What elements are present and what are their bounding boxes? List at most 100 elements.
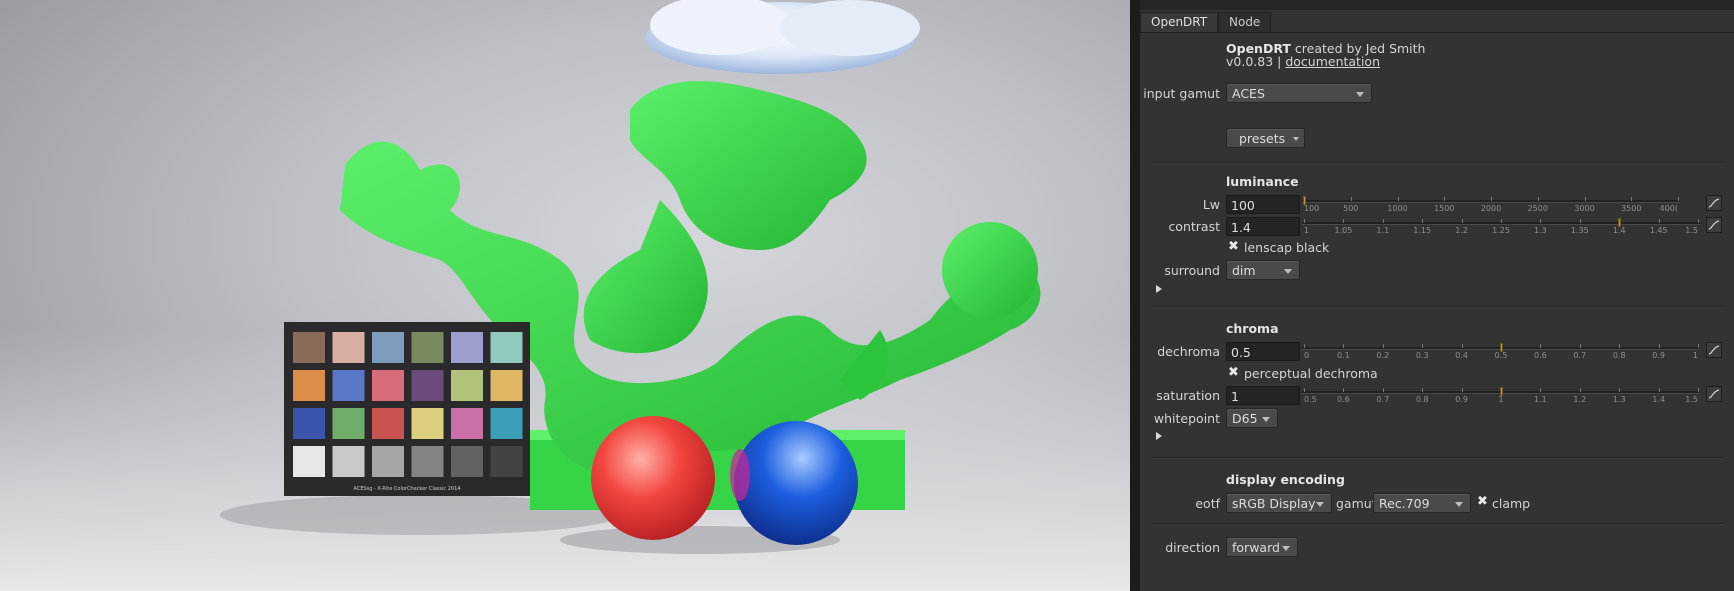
checker-swatch	[451, 332, 483, 363]
checker-swatch	[372, 332, 404, 363]
tab-opendrt[interactable]: OpenDRT	[1140, 12, 1219, 32]
slider-handle[interactable]	[1500, 343, 1503, 352]
slider-tick	[1698, 219, 1699, 223]
presets-dropdown[interactable]: presets	[1226, 128, 1305, 148]
slider-tick	[1350, 197, 1352, 201]
slider-tick-label: 1.5	[1685, 395, 1698, 404]
gamut-dropdown[interactable]: Rec.709	[1373, 493, 1471, 513]
slider-tick-label: 1.2	[1455, 226, 1468, 235]
slider-tick-label: 0.8	[1612, 351, 1626, 360]
documentation-link[interactable]: documentation	[1285, 54, 1380, 69]
lw-curve-icon[interactable]	[1706, 195, 1722, 211]
expand-triangle-icon[interactable]	[1156, 432, 1162, 440]
checker-swatch	[451, 370, 483, 401]
slider-tick-label: 2000	[1480, 204, 1502, 213]
checker-swatch	[451, 446, 483, 477]
slider-tick-label: 1	[1692, 351, 1698, 360]
slider-tick	[1304, 388, 1305, 392]
slider-tick	[1382, 388, 1384, 392]
chevron-down-icon	[1293, 137, 1299, 141]
slider-tick-label: 500	[1343, 204, 1359, 213]
expand-triangle-icon[interactable]	[1156, 285, 1162, 293]
chevron-down-icon	[1356, 92, 1364, 97]
lenscap-checkbox[interactable]: ✖	[1228, 239, 1239, 254]
whitepoint-dropdown[interactable]: D65	[1226, 408, 1278, 428]
saturation-curve-icon[interactable]	[1706, 386, 1722, 402]
lw-input[interactable]: 100	[1226, 195, 1300, 214]
slider-tick-label: 0.6	[1337, 395, 1350, 404]
tab-bar: OpenDRT Node	[1140, 10, 1734, 33]
slider-tick	[1619, 344, 1621, 348]
eotf-value: sRGB Display	[1232, 496, 1316, 511]
slider-handle[interactable]	[1303, 196, 1306, 205]
slider-tick	[1540, 344, 1542, 348]
dechroma-curve-icon[interactable]	[1706, 342, 1722, 358]
clamp-checkbox[interactable]: ✖	[1477, 494, 1488, 509]
checker-swatch	[372, 408, 404, 439]
slider-tick	[1343, 344, 1345, 348]
saturation-slider[interactable]: 0.5 0.6 0.7 0.8 0.9 1 1.1 1.2 1.3 1.4 1.5	[1302, 385, 1700, 409]
surround-value: dim	[1232, 263, 1256, 278]
slider-tick	[1579, 219, 1581, 223]
checker-swatch	[411, 408, 444, 439]
slider-tick	[1658, 344, 1660, 348]
whitepoint-value: D65	[1232, 411, 1258, 426]
scene-render	[220, 0, 1041, 554]
contrast-slider[interactable]: 1 1.05 1.1 1.15 1.2 1.25 1.3 1.35 1.4 1.45 1.5	[1302, 216, 1700, 240]
slider-tick-label: 1.1	[1376, 226, 1390, 235]
checker-swatch	[411, 370, 444, 401]
slider-tick-label: 0.1	[1337, 351, 1350, 360]
node-version: v0.0.83 |	[1226, 54, 1286, 69]
saturation-input[interactable]: 1	[1226, 386, 1300, 405]
chevron-down-icon	[1262, 417, 1270, 422]
lw-label: Lw	[1202, 197, 1220, 212]
input-gamut-value: ACES	[1232, 86, 1265, 101]
perceptual-dechroma-checkbox[interactable]: ✖	[1228, 365, 1239, 380]
checker-swatch	[490, 332, 523, 363]
slider-tick	[1678, 197, 1679, 201]
checker-swatch	[293, 408, 325, 439]
slider-tick-label: 1.3	[1612, 395, 1626, 404]
slider-tick-label: 0.7	[1376, 395, 1390, 404]
eotf-dropdown[interactable]: sRGB Display	[1226, 493, 1332, 513]
surround-label: surround	[1164, 263, 1220, 278]
input-gamut-label: input gamut	[1143, 86, 1220, 101]
contrast-label: contrast	[1168, 219, 1220, 234]
slider-tick	[1382, 219, 1384, 223]
saturation-label: saturation	[1156, 388, 1220, 403]
viewer-panel-divider[interactable]	[1130, 0, 1140, 591]
display-encoding-heading: display encoding	[1226, 472, 1345, 487]
checker-swatch	[332, 446, 365, 477]
checker-swatch	[332, 332, 365, 363]
presets-label: presets	[1239, 131, 1286, 146]
slider-tick	[1461, 219, 1463, 223]
lw-slider[interactable]: 100 500 1000 1500 2000 2500 3000 3500 400(	[1302, 194, 1680, 218]
slider-tick	[1461, 388, 1463, 392]
slider-tick-label: 1.1	[1534, 395, 1547, 404]
slider-tick-label: 0.5	[1494, 351, 1508, 360]
slider-tick-label: 0.2	[1376, 351, 1390, 360]
direction-dropdown[interactable]: forward	[1226, 537, 1298, 557]
tab-node[interactable]: Node	[1218, 12, 1272, 32]
slider-tick-label: 0.6	[1534, 351, 1547, 360]
eotf-label: eotf	[1195, 496, 1220, 511]
slider-tick-label: 3000	[1574, 204, 1595, 213]
whitepoint-label: whitepoint	[1153, 411, 1220, 426]
slider-tick-label: 1.45	[1649, 226, 1668, 235]
slider-tick	[1382, 344, 1384, 348]
slider-tick-label: 1	[1498, 395, 1504, 404]
contrast-input[interactable]: 1.4	[1226, 217, 1300, 236]
checker-swatch	[293, 332, 325, 363]
luminance-heading: luminance	[1226, 174, 1299, 189]
slider-handle[interactable]	[1618, 218, 1622, 227]
slider-handle[interactable]	[1500, 387, 1503, 396]
slider-tick	[1343, 219, 1345, 223]
slider-tick	[1461, 344, 1463, 348]
input-gamut-dropdown[interactable]: ACES	[1226, 83, 1372, 103]
dechroma-input[interactable]: 0.5	[1226, 342, 1300, 361]
contrast-curve-icon[interactable]	[1706, 217, 1722, 233]
dechroma-slider[interactable]: 0 0.1 0.2 0.3 0.4 0.5 0.6 0.7 0.8 0.9 1	[1302, 341, 1700, 365]
chevron-down-icon	[1284, 269, 1292, 274]
surround-dropdown[interactable]: dim	[1226, 260, 1300, 280]
slider-tick	[1631, 197, 1633, 201]
